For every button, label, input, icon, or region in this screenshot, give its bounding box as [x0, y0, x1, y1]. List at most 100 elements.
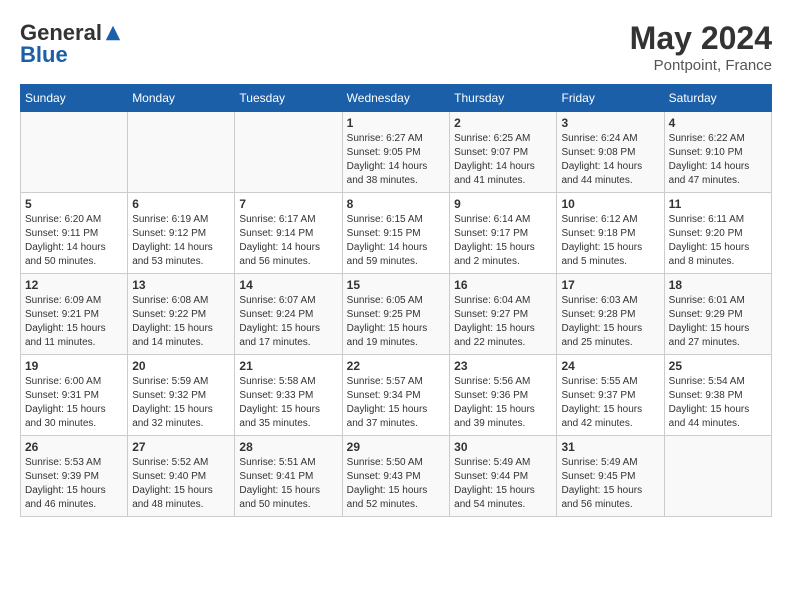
day-number: 1: [347, 116, 446, 130]
day-info: Sunrise: 6:09 AM Sunset: 9:21 PM Dayligh…: [25, 294, 123, 350]
day-number: 14: [239, 278, 337, 292]
day-info: Sunrise: 5:52 AM Sunset: 9:40 PM Dayligh…: [132, 456, 230, 512]
weekday-header-friday: Friday: [557, 85, 664, 112]
calendar-cell: 15 Sunrise: 6:05 AM Sunset: 9:25 PM Dayli…: [342, 274, 450, 355]
day-info: Sunrise: 6:07 AM Sunset: 9:24 PM Dayligh…: [239, 294, 337, 350]
day-number: 18: [669, 278, 767, 292]
day-number: 28: [239, 440, 337, 454]
calendar-week-row: 5 Sunrise: 6:20 AM Sunset: 9:11 PM Daylig…: [21, 193, 772, 274]
calendar-week-row: 12 Sunrise: 6:09 AM Sunset: 9:21 PM Dayli…: [21, 274, 772, 355]
day-number: 6: [132, 197, 230, 211]
weekday-header-row: SundayMondayTuesdayWednesdayThursdayFrid…: [21, 85, 772, 112]
day-number: 3: [561, 116, 659, 130]
day-info: Sunrise: 6:05 AM Sunset: 9:25 PM Dayligh…: [347, 294, 446, 350]
calendar-cell: 29 Sunrise: 5:50 AM Sunset: 9:43 PM Dayli…: [342, 436, 450, 517]
day-number: 10: [561, 197, 659, 211]
calendar-cell: 3 Sunrise: 6:24 AM Sunset: 9:08 PM Daylig…: [557, 112, 664, 193]
day-number: 30: [454, 440, 552, 454]
calendar-cell: 25 Sunrise: 5:54 AM Sunset: 9:38 PM Dayli…: [664, 355, 771, 436]
day-number: 15: [347, 278, 446, 292]
day-info: Sunrise: 6:15 AM Sunset: 9:15 PM Dayligh…: [347, 213, 446, 269]
title-area: May 2024 Pontpoint, France: [630, 20, 772, 74]
calendar-cell: 23 Sunrise: 5:56 AM Sunset: 9:36 PM Dayli…: [450, 355, 557, 436]
calendar-week-row: 19 Sunrise: 6:00 AM Sunset: 9:31 PM Dayli…: [21, 355, 772, 436]
calendar-week-row: 1 Sunrise: 6:27 AM Sunset: 9:05 PM Daylig…: [21, 112, 772, 193]
weekday-header-monday: Monday: [128, 85, 235, 112]
day-info: Sunrise: 5:49 AM Sunset: 9:44 PM Dayligh…: [454, 456, 552, 512]
day-info: Sunrise: 6:22 AM Sunset: 9:10 PM Dayligh…: [669, 132, 767, 188]
calendar-cell: 26Sunrise: 5:53 AM Sunset: 9:39 PM Dayli…: [21, 436, 128, 517]
day-info: Sunrise: 5:56 AM Sunset: 9:36 PM Dayligh…: [454, 375, 552, 431]
calendar-cell: 22Sunrise: 5:57 AM Sunset: 9:34 PM Dayli…: [342, 355, 450, 436]
calendar-cell: 12 Sunrise: 6:09 AM Sunset: 9:21 PM Dayli…: [21, 274, 128, 355]
logo-icon: [104, 24, 122, 42]
day-info: Sunrise: 6:11 AM Sunset: 9:20 PM Dayligh…: [669, 213, 767, 269]
calendar-cell: 11 Sunrise: 6:11 AM Sunset: 9:20 PM Dayli…: [664, 193, 771, 274]
day-info: Sunrise: 6:24 AM Sunset: 9:08 PM Dayligh…: [561, 132, 659, 188]
day-number: 17: [561, 278, 659, 292]
calendar-cell: [664, 436, 771, 517]
page-header: General Blue May 2024 Pontpoint, France: [20, 20, 772, 74]
day-number: 29: [347, 440, 446, 454]
weekday-header-sunday: Sunday: [21, 85, 128, 112]
day-number: 21: [239, 359, 337, 373]
day-number: 12: [25, 278, 123, 292]
calendar-cell: 27Sunrise: 5:52 AM Sunset: 9:40 PM Dayli…: [128, 436, 235, 517]
day-number: 20: [132, 359, 230, 373]
day-number: 11: [669, 197, 767, 211]
day-info: Sunrise: 6:14 AM Sunset: 9:17 PM Dayligh…: [454, 213, 552, 269]
day-info: Sunrise: 5:50 AM Sunset: 9:43 PM Dayligh…: [347, 456, 446, 512]
calendar-table: SundayMondayTuesdayWednesdayThursdayFrid…: [20, 84, 772, 517]
calendar-cell: 16 Sunrise: 6:04 AM Sunset: 9:27 PM Dayli…: [450, 274, 557, 355]
day-number: 23: [454, 359, 552, 373]
weekday-header-tuesday: Tuesday: [235, 85, 342, 112]
day-number: 7: [239, 197, 337, 211]
calendar-cell: 10Sunrise: 6:12 AM Sunset: 9:18 PM Dayli…: [557, 193, 664, 274]
calendar-week-row: 26Sunrise: 5:53 AM Sunset: 9:39 PM Dayli…: [21, 436, 772, 517]
day-info: Sunrise: 6:00 AM Sunset: 9:31 PM Dayligh…: [25, 375, 123, 431]
calendar-cell: 14 Sunrise: 6:07 AM Sunset: 9:24 PM Dayli…: [235, 274, 342, 355]
day-info: Sunrise: 5:49 AM Sunset: 9:45 PM Dayligh…: [561, 456, 659, 512]
day-info: Sunrise: 6:20 AM Sunset: 9:11 PM Dayligh…: [25, 213, 123, 269]
day-number: 16: [454, 278, 552, 292]
weekday-header-thursday: Thursday: [450, 85, 557, 112]
day-info: Sunrise: 6:04 AM Sunset: 9:27 PM Dayligh…: [454, 294, 552, 350]
logo: General Blue: [20, 20, 122, 68]
day-number: 19: [25, 359, 123, 373]
calendar-cell: 19 Sunrise: 6:00 AM Sunset: 9:31 PM Dayli…: [21, 355, 128, 436]
day-number: 4: [669, 116, 767, 130]
day-number: 24: [561, 359, 659, 373]
calendar-cell: [21, 112, 128, 193]
calendar-cell: 8 Sunrise: 6:15 AM Sunset: 9:15 PM Daylig…: [342, 193, 450, 274]
calendar-cell: 4 Sunrise: 6:22 AM Sunset: 9:10 PM Daylig…: [664, 112, 771, 193]
day-info: Sunrise: 6:01 AM Sunset: 9:29 PM Dayligh…: [669, 294, 767, 350]
calendar-cell: 1 Sunrise: 6:27 AM Sunset: 9:05 PM Daylig…: [342, 112, 450, 193]
day-number: 8: [347, 197, 446, 211]
day-info: Sunrise: 5:58 AM Sunset: 9:33 PM Dayligh…: [239, 375, 337, 431]
day-info: Sunrise: 5:59 AM Sunset: 9:32 PM Dayligh…: [132, 375, 230, 431]
day-info: Sunrise: 5:51 AM Sunset: 9:41 PM Dayligh…: [239, 456, 337, 512]
calendar-cell: 17 Sunrise: 6:03 AM Sunset: 9:28 PM Dayli…: [557, 274, 664, 355]
day-info: Sunrise: 6:25 AM Sunset: 9:07 PM Dayligh…: [454, 132, 552, 188]
day-number: 5: [25, 197, 123, 211]
calendar-cell: 5 Sunrise: 6:20 AM Sunset: 9:11 PM Daylig…: [21, 193, 128, 274]
day-number: 13: [132, 278, 230, 292]
logo-blue: Blue: [20, 42, 68, 68]
weekday-header-saturday: Saturday: [664, 85, 771, 112]
calendar-cell: 28 Sunrise: 5:51 AM Sunset: 9:41 PM Dayli…: [235, 436, 342, 517]
calendar-cell: 21 Sunrise: 5:58 AM Sunset: 9:33 PM Dayli…: [235, 355, 342, 436]
day-number: 25: [669, 359, 767, 373]
day-info: Sunrise: 6:17 AM Sunset: 9:14 PM Dayligh…: [239, 213, 337, 269]
day-number: 9: [454, 197, 552, 211]
day-info: Sunrise: 6:19 AM Sunset: 9:12 PM Dayligh…: [132, 213, 230, 269]
day-info: Sunrise: 5:54 AM Sunset: 9:38 PM Dayligh…: [669, 375, 767, 431]
day-info: Sunrise: 6:03 AM Sunset: 9:28 PM Dayligh…: [561, 294, 659, 350]
calendar-cell: [128, 112, 235, 193]
day-info: Sunrise: 5:53 AM Sunset: 9:39 PM Dayligh…: [25, 456, 123, 512]
weekday-header-wednesday: Wednesday: [342, 85, 450, 112]
day-info: Sunrise: 6:27 AM Sunset: 9:05 PM Dayligh…: [347, 132, 446, 188]
calendar-cell: 6 Sunrise: 6:19 AM Sunset: 9:12 PM Daylig…: [128, 193, 235, 274]
calendar-cell: 30 Sunrise: 5:49 AM Sunset: 9:44 PM Dayli…: [450, 436, 557, 517]
calendar-cell: 13Sunrise: 6:08 AM Sunset: 9:22 PM Dayli…: [128, 274, 235, 355]
calendar-cell: 7 Sunrise: 6:17 AM Sunset: 9:14 PM Daylig…: [235, 193, 342, 274]
